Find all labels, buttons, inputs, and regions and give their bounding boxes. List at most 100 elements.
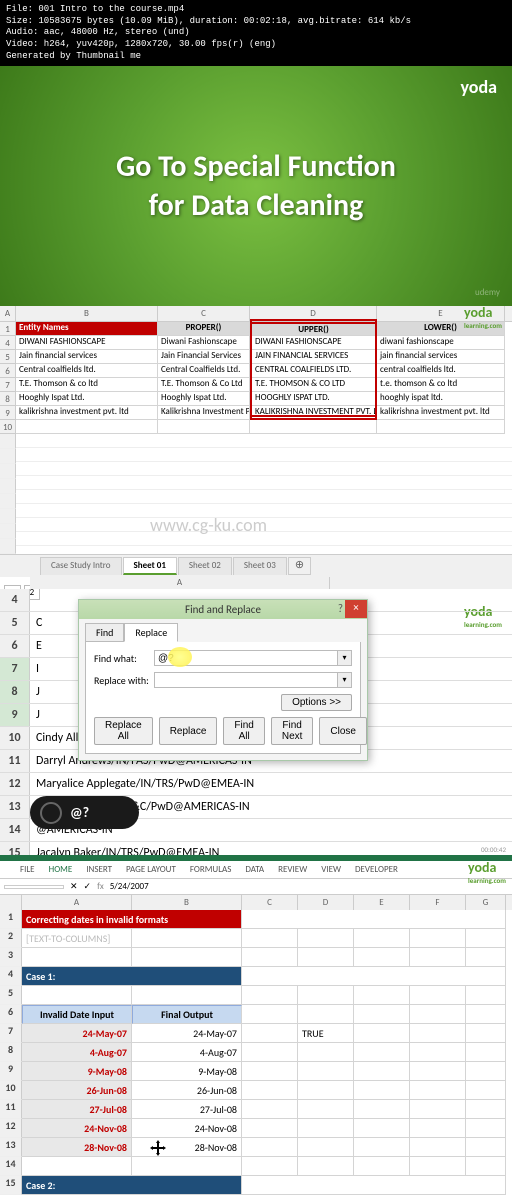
cell-lower[interactable]: diwani fashionscape [377,336,505,350]
row-num[interactable]: 14 [0,819,30,841]
cell-value[interactable]: Maryalice Applegate/IN/TRS/PwD@EMEA-IN [30,777,254,791]
cell-entity[interactable]: Jain financial services [16,350,158,364]
tab-pagelayout[interactable]: PAGE LAYOUT [126,864,176,875]
cell-entity[interactable]: Central coalfields ltd. [16,364,158,378]
tab-find[interactable]: Find [85,623,124,642]
tab-case-study[interactable]: Case Study Intro [40,557,122,575]
invalid-date[interactable]: 24-Nov-08 [22,1119,132,1138]
row-num[interactable]: 12 [0,773,30,795]
row-num[interactable]: 4 [0,336,16,350]
row-num[interactable]: 3 [0,948,22,967]
tab-home[interactable]: HOME [49,864,73,875]
tab-sheet01[interactable]: Sheet 01 [123,557,177,575]
final-output[interactable]: 26-Jun-08 [132,1081,242,1100]
final-output[interactable]: 9-May-08 [132,1062,242,1081]
row-num[interactable]: 13 [0,1138,22,1157]
tab-formulas[interactable]: FORMULAS [190,864,232,875]
cell-value[interactable]: E [30,639,42,653]
final-output[interactable]: 24-May-07 [132,1024,242,1043]
col-A[interactable]: A [30,577,330,589]
replace-button[interactable]: Replace [159,717,218,745]
row-num[interactable]: 9 [0,406,16,420]
cell-entity[interactable]: DIWANI FASHIONSCAPE [16,336,158,350]
dropdown-icon[interactable]: ▾ [338,650,352,666]
cell-lower[interactable]: t.e. thomson & co ltd [377,378,505,392]
row-num[interactable]: 9 [0,1062,22,1081]
row-num[interactable]: 14 [0,1157,22,1176]
col-A[interactable]: A [22,895,132,910]
row-num[interactable]: 15 [0,1176,22,1195]
find-all-button[interactable]: Find All [223,717,264,745]
cell-lower[interactable]: central coalfields ltd. [377,364,505,378]
replace-input[interactable] [154,672,338,688]
options-button[interactable]: Options >> [281,694,352,711]
row-num[interactable]: 12 [0,1119,22,1138]
fx-icon[interactable]: fx [97,881,104,892]
col-A[interactable]: A [0,306,16,321]
cell-proper[interactable]: Hooghly Ispat Ltd. [158,392,250,406]
tbl-hdr-output[interactable]: Final Output [132,1005,242,1024]
cell-entity[interactable]: Hooghly Ispat Ltd. [16,392,158,406]
row-num[interactable]: 10 [0,727,30,749]
invalid-date[interactable]: 27-Jul-08 [22,1100,132,1119]
cell-value[interactable]: J [30,685,40,699]
row-num[interactable]: 5 [0,986,22,1005]
row-num[interactable]: 9 [0,704,30,726]
hdr-upper[interactable]: UPPER() [250,322,377,336]
row-num[interactable]: 1 [0,910,22,929]
cell-value[interactable]: J [30,708,40,722]
banner-cell[interactable]: Case 2: [22,1176,242,1195]
check-cell[interactable] [298,1119,354,1138]
tab-replace[interactable]: Replace [124,623,178,642]
close-button[interactable]: Close [319,717,367,745]
cell-lower[interactable]: jain financial services [377,350,505,364]
col-E[interactable]: E [354,895,410,910]
cell-proper[interactable]: Kalikrishna Investment Pv [158,406,250,420]
banner-cell[interactable]: Correcting dates in invalid formats [22,910,242,929]
col-F[interactable]: F [410,895,466,910]
col-D[interactable]: D [298,895,354,910]
cell-upper[interactable]: CENTRAL COALFIELDS LTD. [250,364,377,378]
cancel-icon[interactable]: ✕ [70,881,78,892]
invalid-date[interactable]: 26-Jun-08 [22,1081,132,1100]
row-num[interactable]: 6 [0,635,30,657]
hdr-entity[interactable]: Entity Names [16,322,158,336]
tab-file[interactable]: FILE [20,864,35,875]
find-next-button[interactable]: Find Next [271,717,314,745]
subtitle-cell[interactable]: [TEXT-TO-COLUMNS] [22,929,132,948]
row-num[interactable]: 11 [0,750,30,772]
enter-icon[interactable]: ✓ [84,881,92,892]
row-num[interactable]: 8 [0,1043,22,1062]
cell-proper[interactable]: T.E. Thomson & Co Ltd [158,378,250,392]
name-box[interactable] [4,885,64,889]
cell-proper[interactable]: Jain Financial Services [158,350,250,364]
row-num[interactable]: 10 [0,1081,22,1100]
tab-developer[interactable]: DEVELOPER [355,864,398,875]
cell-upper[interactable]: KALIKRISHNA INVESTMENT PVT. LTD [250,406,377,420]
close-icon[interactable]: × [345,600,367,618]
cell-entity[interactable]: T.E. Thomson & co ltd [16,378,158,392]
col-G[interactable]: G [466,895,506,910]
cell-value[interactable]: C [30,616,42,630]
dropdown-icon[interactable]: ▾ [338,672,352,688]
invalid-date[interactable]: 24-May-07 [22,1024,132,1043]
row-num[interactable]: 7 [0,1024,22,1043]
tab-data[interactable]: DATA [245,864,264,875]
row-num[interactable]: 4 [0,967,22,986]
invalid-date[interactable]: 9-May-08 [22,1062,132,1081]
hdr-proper[interactable]: PROPER() [158,322,250,336]
final-output[interactable]: 24-Nov-08 [132,1119,242,1138]
row-num[interactable]: 2 [0,929,22,948]
row-num[interactable]: 8 [0,392,16,406]
dialog-title-bar[interactable]: Find and Replace ? × [79,600,367,619]
col-C[interactable]: C [158,306,250,321]
invalid-date[interactable]: 4-Aug-07 [22,1043,132,1062]
final-output[interactable]: 28-Nov-08 [132,1138,242,1157]
row-num[interactable]: 13 [0,796,30,818]
cell-upper[interactable]: JAIN FINANCIAL SERVICES [250,350,377,364]
help-icon[interactable]: ? [338,602,343,615]
check-cell[interactable] [298,1100,354,1119]
cell-upper[interactable]: DIWANI FASHIONSCAPE [250,336,377,350]
invalid-date[interactable]: 28-Nov-08 [22,1138,132,1157]
row-num[interactable]: 1 [0,322,16,336]
